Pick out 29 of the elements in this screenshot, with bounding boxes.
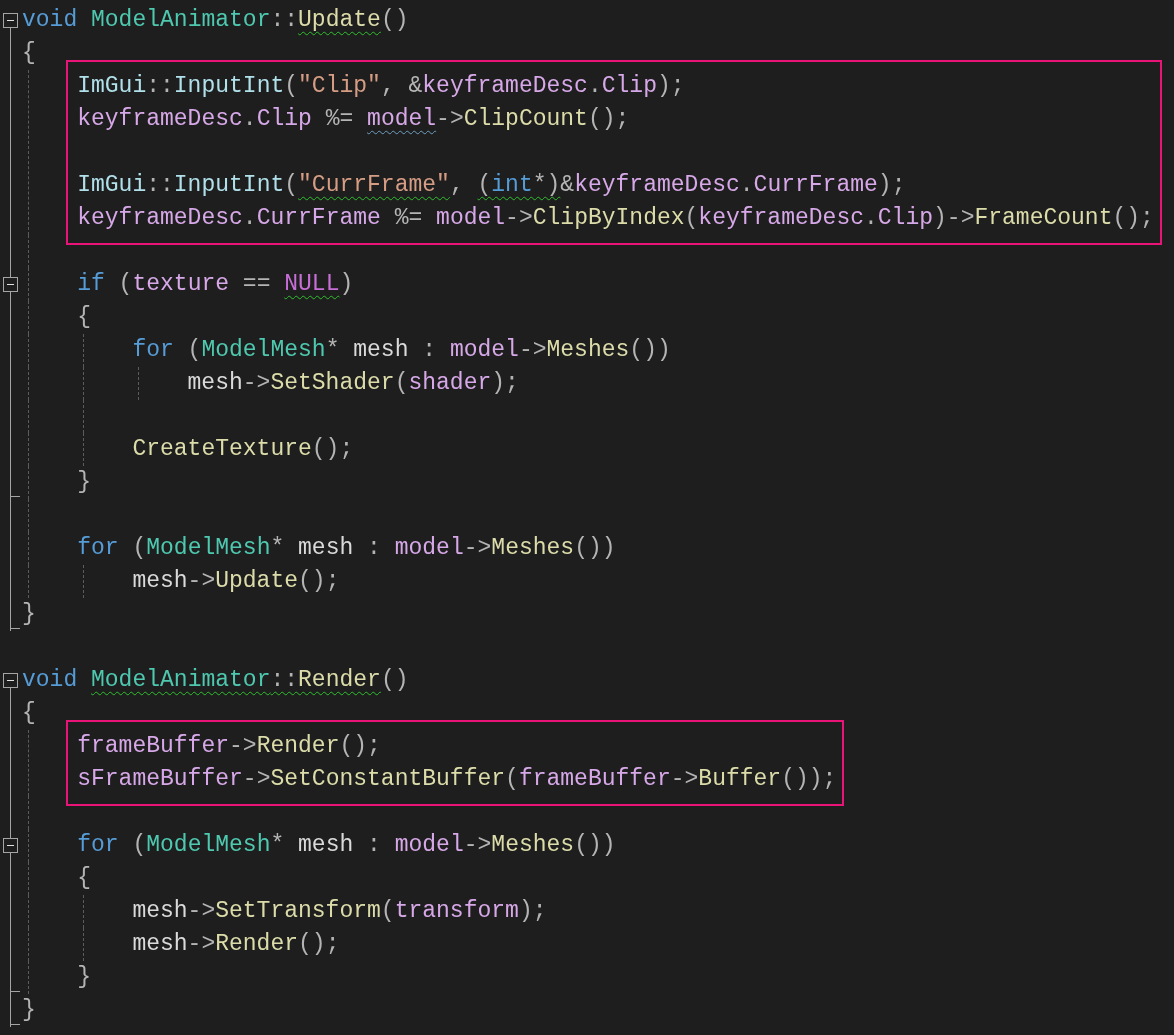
- code-line: mesh->SetTransform(transform);: [132, 897, 547, 926]
- code-line: for (ModelMesh* mesh : model->Meshes()): [77, 534, 616, 563]
- code-line: if (texture == NULL): [77, 270, 354, 299]
- code-line: mesh->SetShader(shader);: [187, 369, 519, 398]
- collapse-icon[interactable]: [3, 673, 18, 688]
- code-line: for (ModelMesh* mesh : model->Meshes()): [132, 336, 671, 365]
- code-line: frameBuffer->Render();: [77, 732, 381, 761]
- code-line: keyframeDesc.Clip %= model->ClipCount();: [77, 105, 630, 134]
- code-line: mesh->Render();: [132, 930, 340, 959]
- code-line: {: [77, 864, 91, 893]
- code-line: sFrameBuffer->SetConstantBuffer(frameBuffer->Buffer());: [77, 765, 837, 794]
- code-line: }: [77, 468, 91, 497]
- code-line: ImGui::InputInt("Clip", &keyframeDesc.Clip);: [77, 72, 685, 101]
- code-line: mesh->Update();: [132, 567, 340, 596]
- collapse-icon[interactable]: [3, 13, 18, 28]
- code-line: void ModelAnimator::Render(): [22, 666, 409, 695]
- code-line: }: [22, 600, 36, 629]
- code-line: }: [77, 963, 91, 992]
- code-line: ImGui::InputInt("CurrFrame", (int*)&keyframeDesc.CurrFrame);: [77, 171, 906, 200]
- code-line: {: [77, 303, 91, 332]
- code-line: keyframeDesc.CurrFrame %= model->ClipByIndex(keyframeDesc.Clip)->FrameCount();: [77, 204, 1154, 233]
- code-line: for (ModelMesh* mesh : model->Meshes()): [77, 831, 616, 860]
- collapse-icon[interactable]: [3, 838, 18, 853]
- code-line: {: [22, 39, 36, 68]
- collapse-icon[interactable]: [3, 277, 18, 292]
- code-line: CreateTexture();: [132, 435, 354, 464]
- code-line: void ModelAnimator::Update(): [22, 6, 409, 35]
- code-line: {: [22, 699, 36, 728]
- code-line: }: [22, 996, 36, 1025]
